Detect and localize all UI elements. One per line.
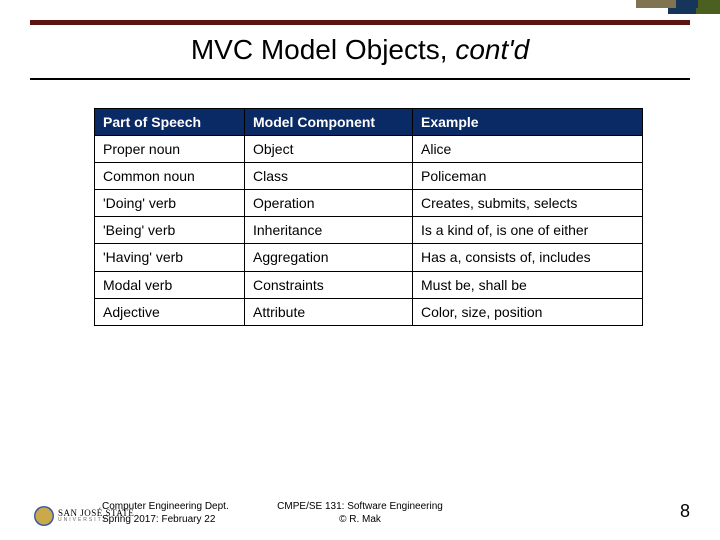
cell: Operation [245,190,413,217]
col-header: Model Component [245,109,413,136]
cell: Common noun [95,163,245,190]
ornament-block [696,8,720,14]
table-row: 'Having' verb Aggregation Has a, consist… [95,244,643,271]
mvc-table: Part of Speech Model Component Example P… [94,108,643,326]
cell: Must be, shall be [413,271,643,298]
cell: 'Doing' verb [95,190,245,217]
cell: Proper noun [95,136,245,163]
cell: Inheritance [245,217,413,244]
corner-ornament [636,0,720,14]
ornament-block [676,0,698,8]
table-row: 'Doing' verb Operation Creates, submits,… [95,190,643,217]
cell: Aggregation [245,244,413,271]
cell: Policeman [413,163,643,190]
table-row: Proper noun Object Alice [95,136,643,163]
cell: Alice [413,136,643,163]
ornament-block [668,8,696,14]
col-header: Example [413,109,643,136]
cell: 'Having' verb [95,244,245,271]
title-rule-top [30,20,690,25]
cell: Class [245,163,413,190]
ornament-row [668,8,720,14]
cell: Creates, submits, selects [413,190,643,217]
cell: Attribute [245,298,413,325]
page-number: 8 [680,501,690,522]
title-main: MVC Model Objects, [191,34,456,65]
cell: Has a, consists of, includes [413,244,643,271]
ornament-row [636,0,720,8]
cell: Constraints [245,271,413,298]
title-rule-bottom [30,78,690,80]
table-container: Part of Speech Model Component Example P… [94,108,642,326]
footer-center: CMPE/SE 131: Software Engineering © R. M… [0,501,720,526]
ornament-block [698,0,720,8]
cell: Modal verb [95,271,245,298]
slide-footer: SAN JOSÉ STATE UNIVERSITY Computer Engin… [0,486,720,526]
slide-title: MVC Model Objects, cont'd [0,34,720,66]
col-header: Part of Speech [95,109,245,136]
table-row: 'Being' verb Inheritance Is a kind of, i… [95,217,643,244]
cell: Adjective [95,298,245,325]
ornament-block [636,0,676,8]
footer-copyright: © R. Mak [0,514,720,527]
cell: Object [245,136,413,163]
footer-course: CMPE/SE 131: Software Engineering [0,501,720,514]
cell: Is a kind of, is one of either [413,217,643,244]
table-row: Modal verb Constraints Must be, shall be [95,271,643,298]
table-row: Common noun Class Policeman [95,163,643,190]
table-header-row: Part of Speech Model Component Example [95,109,643,136]
table-row: Adjective Attribute Color, size, positio… [95,298,643,325]
slide: MVC Model Objects, cont'd Part of Speech… [0,0,720,540]
cell: 'Being' verb [95,217,245,244]
cell: Color, size, position [413,298,643,325]
title-italic: cont'd [455,34,529,65]
